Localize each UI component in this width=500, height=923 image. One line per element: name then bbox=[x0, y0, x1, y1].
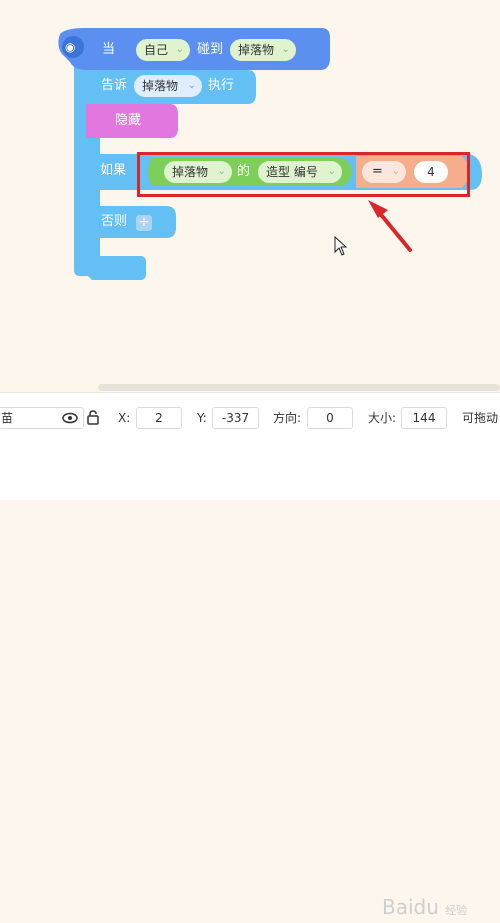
y-input[interactable]: -337 bbox=[212, 407, 259, 429]
annotation-arrow bbox=[368, 200, 412, 252]
x-label: X: bbox=[118, 411, 131, 425]
y-label: Y: bbox=[197, 411, 207, 425]
x-input[interactable]: 2 bbox=[136, 407, 182, 429]
size-input[interactable]: 144 bbox=[401, 407, 447, 429]
watermark-sub: 经验 bbox=[445, 904, 468, 917]
mouse-cursor-icon bbox=[334, 236, 348, 256]
size-label: 大小: bbox=[368, 411, 397, 425]
code-workspace[interactable]: ◉ 当 自己 ⌄ 碰到 掉落物 ⌄ 告诉 掉落物 ⌄ 执行 隐藏 如果 掉落物 ⌄ 的 … bbox=[0, 0, 500, 392]
lock-icon[interactable] bbox=[86, 410, 100, 425]
sprite-properties-bar: 苗 X: 2 Y: -337 方向: 0 大小: 144 可拖动 bbox=[0, 392, 500, 443]
direction-label: 方向: bbox=[273, 411, 302, 425]
watermark-text: Baidu bbox=[382, 895, 439, 919]
watermark: Baidu 经验 bbox=[382, 895, 467, 923]
bottom-panel: Baidu 经验 bbox=[0, 442, 500, 919]
draggable-label: 可拖动 bbox=[462, 411, 499, 425]
direction-input[interactable]: 0 bbox=[307, 407, 353, 429]
horizontal-scrollbar[interactable] bbox=[98, 384, 500, 391]
eye-icon[interactable] bbox=[62, 412, 78, 424]
